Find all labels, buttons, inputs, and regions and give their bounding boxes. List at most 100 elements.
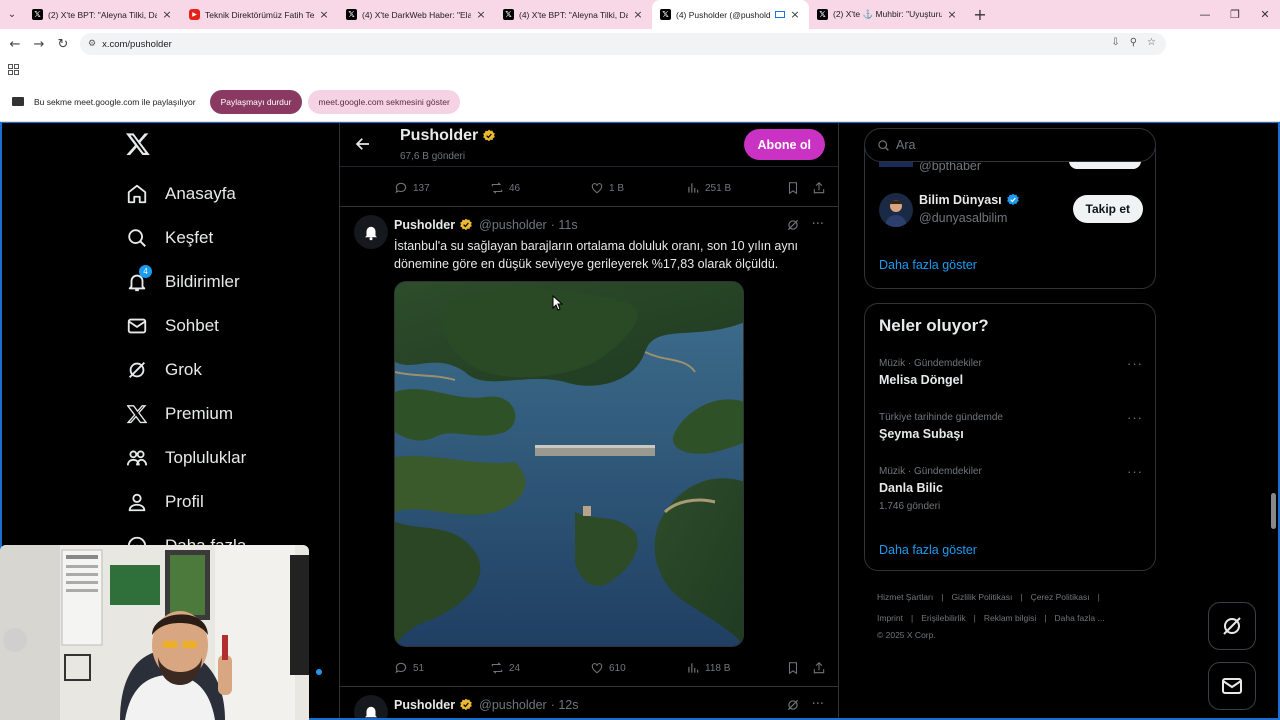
more-options-icon[interactable]: ··· <box>812 697 824 712</box>
tweet-time[interactable]: · 11s <box>551 218 578 232</box>
tweet-author-name[interactable]: Pusholder <box>394 698 455 712</box>
show-more-link[interactable]: Daha fazla göster <box>879 258 977 272</box>
subscribe-button[interactable]: Abone ol <box>743 129 825 160</box>
view-count: 118 B <box>705 662 731 674</box>
footer-link[interactable]: Erişilebilirlik <box>921 613 965 623</box>
nav-label: Sohbet <box>165 316 219 335</box>
reply-count: 51 <box>413 662 425 674</box>
bookmark-action[interactable] <box>786 661 800 675</box>
tweet-time[interactable]: · 12s <box>551 698 579 712</box>
more-options-icon[interactable]: ··· <box>1127 464 1143 479</box>
nav-premium[interactable]: Premium <box>124 399 233 429</box>
nav-explore[interactable]: Keşfet <box>124 223 213 253</box>
profile-name: Pusholder <box>400 127 496 145</box>
footer-link[interactable]: Gizlilik Politikası <box>951 592 1012 602</box>
who-to-follow-item[interactable]: Bilim Dünyası @dunyasalbilim Takip et <box>879 193 1143 233</box>
follow-button[interactable] <box>1069 161 1141 169</box>
page-scrollbar[interactable] <box>1268 123 1278 718</box>
tweet-avatar[interactable] <box>354 695 388 718</box>
share-action[interactable] <box>812 661 826 675</box>
follow-button[interactable]: Takip et <box>1072 195 1143 223</box>
grok-icon[interactable] <box>786 698 800 712</box>
messages-fab-button[interactable] <box>1208 662 1256 710</box>
tweet-image[interactable] <box>394 281 744 647</box>
grok-icon[interactable] <box>786 218 800 232</box>
browser-tab-active[interactable]: 𝕏 (4) Pusholder (@pusholder)/ × <box>652 0 809 29</box>
repost-action[interactable]: 24 <box>490 661 520 675</box>
bookmark-star-icon[interactable]: ☆ <box>1147 37 1156 48</box>
tab-title: Teknik Direktörümüz Fatih Teki <box>205 9 314 20</box>
nav-messages[interactable]: Sohbet <box>124 311 219 341</box>
browser-tab[interactable]: 𝕏 (2) X'te ⚓ Muhbir: "Uyuşturuc × <box>809 0 966 29</box>
footer-link[interactable]: Reklam bilgisi <box>984 613 1036 623</box>
tweet-author-name[interactable]: Pusholder <box>394 218 455 232</box>
more-options-icon[interactable]: ··· <box>1127 410 1143 425</box>
trend-item[interactable]: Türkiye tarihinde gündemde Şeyma Subaşı … <box>879 410 1143 441</box>
tweet-avatar[interactable] <box>354 215 388 249</box>
reply-action[interactable]: 51 <box>394 661 424 675</box>
close-icon[interactable]: × <box>632 8 644 21</box>
bookmark-action[interactable] <box>786 181 800 195</box>
footer-link[interactable]: Daha fazla ... <box>1054 613 1104 623</box>
home-icon <box>124 181 150 207</box>
close-icon[interactable]: × <box>789 8 801 21</box>
search-input[interactable]: Ara <box>864 128 1156 162</box>
footer-link[interactable]: Hizmet Şartları <box>877 592 933 602</box>
nav-profile[interactable]: Profil <box>124 487 204 517</box>
like-count: 610 <box>609 662 626 674</box>
back-arrow-icon[interactable] <box>354 135 372 153</box>
heart-icon <box>591 663 603 674</box>
browser-tab[interactable]: 𝕏 (4) X'te DarkWeb Haber: "Ela Ru × <box>338 0 495 29</box>
tab-search-dropdown-icon[interactable]: ⌄ <box>0 0 24 29</box>
stop-sharing-button[interactable]: Paylaşmayı durdur <box>209 89 303 114</box>
more-options-icon[interactable]: ··· <box>812 217 824 232</box>
close-icon[interactable]: × <box>946 8 958 21</box>
search-icon <box>124 225 150 251</box>
nav-communities[interactable]: Topluluklar <box>124 443 246 473</box>
close-icon[interactable]: × <box>318 8 330 21</box>
minimize-icon[interactable]: — <box>1190 0 1220 29</box>
site-info-icon[interactable]: ⚙ <box>88 39 96 49</box>
show-meet-tab-button[interactable]: meet.google.com sekmesini göster <box>308 89 460 114</box>
trend-item[interactable]: Müzik · Gündemdekiler Danla Bilic 1.746 … <box>879 464 1143 512</box>
close-window-icon[interactable]: ✕ <box>1250 0 1280 29</box>
search-icon <box>878 139 889 151</box>
like-action[interactable]: 610 <box>590 661 626 675</box>
browser-tab[interactable]: ▶ Teknik Direktörümüz Fatih Teki × <box>181 0 338 29</box>
footer-link[interactable]: Imprint <box>877 613 903 623</box>
show-more-link[interactable]: Daha fazla göster <box>879 543 977 557</box>
nav-notifications[interactable]: 4 Bildirimler <box>124 265 240 297</box>
url-field[interactable]: ⚙ x.com/pusholder ⇩ ⚲ ☆ <box>80 33 1166 55</box>
reload-icon[interactable]: ↻ <box>51 29 75 59</box>
nav-grok[interactable]: Grok <box>124 355 202 385</box>
close-icon[interactable]: × <box>475 8 487 21</box>
forward-icon[interactable]: → <box>27 29 51 59</box>
tweet-author-handle[interactable]: @pusholder <box>479 698 547 712</box>
trend-item[interactable]: Müzik · Gündemdekiler Melisa Döngel ··· <box>879 356 1143 387</box>
views-action[interactable]: 118 B <box>686 661 730 675</box>
repost-action[interactable]: 46 <box>490 181 520 195</box>
apps-grid-icon[interactable] <box>8 64 19 75</box>
scrollbar-thumb[interactable] <box>1271 493 1276 529</box>
back-icon[interactable]: ← <box>3 29 27 59</box>
close-icon[interactable]: × <box>161 8 173 21</box>
footer-link[interactable]: Çerez Politikası <box>1031 592 1090 602</box>
browser-tab[interactable]: 𝕏 (2) X'te BPT: "Aleyna Tilki, Danl × <box>24 0 181 29</box>
zoom-icon[interactable]: ⚲ <box>1130 37 1137 48</box>
nav-label: Topluluklar <box>165 448 247 467</box>
x-logo-icon[interactable] <box>125 131 151 157</box>
restore-icon[interactable]: ❐ <box>1220 0 1250 29</box>
share-action[interactable] <box>812 181 826 195</box>
like-action[interactable]: 1 B <box>590 181 624 195</box>
views-action[interactable]: 251 B <box>686 181 731 195</box>
grok-fab-button[interactable] <box>1208 602 1256 650</box>
tab-strip: ⌄ 𝕏 (2) X'te BPT: "Aleyna Tilki, Danl × … <box>0 0 1280 29</box>
tweet-author-handle[interactable]: @pusholder <box>479 218 547 232</box>
more-options-icon[interactable]: ··· <box>1127 356 1143 371</box>
reply-action[interactable]: 137 <box>394 181 430 195</box>
new-tab-icon[interactable]: + <box>966 5 994 24</box>
bookmark-icon <box>788 182 798 195</box>
install-app-icon[interactable]: ⇩ <box>1111 37 1119 48</box>
nav-home[interactable]: Anasayfa <box>124 179 236 209</box>
browser-tab[interactable]: 𝕏 (4) X'te BPT: "Aleyna Tilki, Danl × <box>495 0 652 29</box>
